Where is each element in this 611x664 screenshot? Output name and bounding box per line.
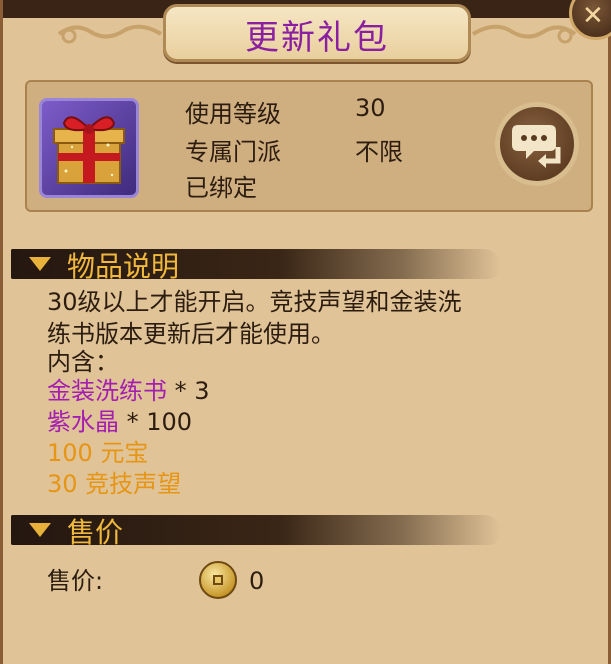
school-value: 不限	[355, 138, 403, 166]
triangle-down-icon	[29, 523, 51, 537]
bound-status: 已绑定	[185, 174, 257, 202]
chat-reply-button[interactable]	[495, 102, 579, 186]
contents-item-qty: * 3	[167, 377, 210, 405]
close-icon: ✕	[582, 1, 604, 31]
level-value: 30	[355, 94, 386, 122]
reward-item: 30 竞技声望	[47, 470, 182, 498]
price-value: 0	[249, 567, 265, 595]
contents-item: 金装洗练书 * 3	[47, 375, 210, 407]
panel-title: 更新礼包	[245, 18, 389, 58]
right-scroll-ornament	[471, 24, 577, 44]
contents-item-name: 紫水晶	[47, 408, 119, 436]
description-section-header: 物品说明	[11, 243, 511, 283]
description-header-label: 物品说明	[67, 250, 180, 283]
level-label: 使用等级	[185, 100, 281, 128]
copper-coin-icon	[199, 561, 237, 599]
gift-box-icon	[39, 98, 139, 198]
reward-item: 100 元宝	[47, 439, 149, 467]
chat-reply-icon	[512, 125, 561, 168]
price-header-label: 售价	[67, 516, 124, 549]
contents-item-name: 金装洗练书	[47, 377, 167, 405]
price-label: 售价:	[47, 567, 104, 595]
price-section-header: 售价	[11, 509, 511, 549]
item-detail-panel: 更新礼包 ✕ 使用等级 30 专属门派 不限 已绑定 物品说明 30级以上才能开…	[0, 0, 611, 664]
contents-item-qty: * 100	[119, 408, 193, 436]
description-line-1: 30级以上才能开启。竞技声望和金装洗	[47, 288, 462, 316]
school-label: 专属门派	[185, 138, 281, 166]
contents-item: 紫水晶 * 100	[47, 406, 192, 438]
left-scroll-ornament	[57, 24, 163, 44]
triangle-down-icon	[29, 257, 51, 271]
contents-label: 内含：	[47, 348, 119, 376]
